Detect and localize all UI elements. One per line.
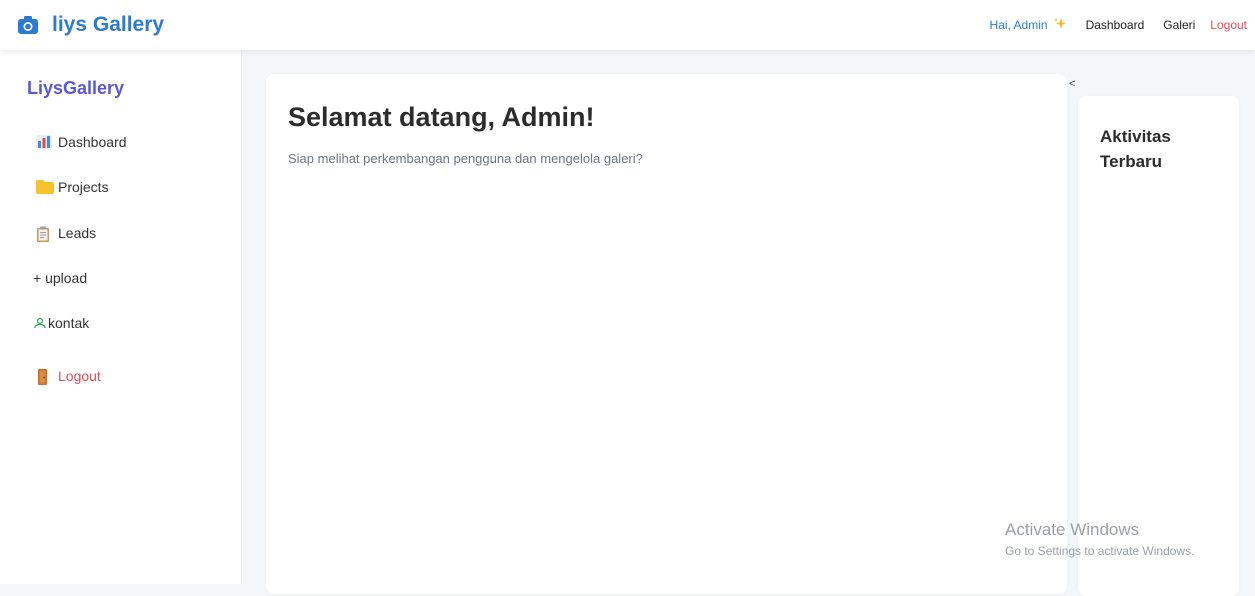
sidebar-item-label: Leads bbox=[58, 225, 97, 241]
welcome-card: Selamat datang, Admin! Siap melihat perk… bbox=[266, 74, 1067, 594]
sidebar-item-label: Dashboard bbox=[58, 134, 127, 150]
sidebar-item-logout[interactable]: Logout bbox=[36, 368, 101, 385]
top-nav-links: Hai, Admin Dashboard Galeri Logout bbox=[990, 17, 1247, 34]
clipboard-icon bbox=[36, 226, 52, 242]
sidebar-item-label: kontak bbox=[48, 315, 90, 331]
watermark-subtitle: Go to Settings to activate Windows. bbox=[1005, 544, 1195, 558]
sidebar-title: LiysGallery bbox=[27, 78, 125, 98]
watermark-title: Activate Windows bbox=[1005, 520, 1140, 539]
camera-icon bbox=[18, 16, 38, 34]
top-navbar: liys Gallery Hai, Admin Dashboard Galeri… bbox=[0, 0, 1255, 50]
nav-galeri-link[interactable]: Galeri bbox=[1163, 18, 1195, 32]
sidebar-item-projects[interactable]: Projects bbox=[36, 179, 109, 195]
sidebar-item-label: Logout bbox=[58, 368, 101, 384]
recent-activity-title: Aktivitas Terbaru bbox=[1100, 127, 1171, 171]
sidebar-item-label: + upload bbox=[33, 270, 88, 286]
sidebar-item-dashboard[interactable]: Dashboard bbox=[36, 134, 127, 150]
brand-name: liys Gallery bbox=[52, 13, 165, 36]
windows-activation-watermark: Activate Windows Go to Settings to activ… bbox=[1005, 520, 1194, 558]
brand-logo[interactable]: liys Gallery bbox=[18, 13, 164, 37]
nav-logout-link[interactable]: Logout bbox=[1210, 18, 1247, 32]
sparkles-icon bbox=[1053, 17, 1067, 34]
sidebar-item-upload[interactable]: + upload bbox=[33, 270, 87, 286]
folder-icon bbox=[36, 180, 54, 194]
greeting: Hai, Admin bbox=[990, 17, 1067, 34]
bar-chart-icon bbox=[36, 135, 52, 149]
sidebar-item-label: Projects bbox=[58, 179, 109, 195]
sidebar-item-kontak[interactable]: kontak bbox=[34, 315, 89, 331]
sidebar: LiysGallery Dashboard Projects Leads + u… bbox=[0, 50, 242, 584]
person-icon bbox=[34, 316, 46, 330]
welcome-subtitle: Siap melihat perkembangan pengguna dan m… bbox=[288, 151, 643, 166]
page-title: Selamat datang, Admin! bbox=[288, 102, 595, 132]
sidebar-item-leads[interactable]: Leads bbox=[36, 225, 97, 242]
nav-dashboard-link[interactable]: Dashboard bbox=[1086, 18, 1145, 32]
door-icon bbox=[36, 369, 52, 385]
collapse-toggle-button[interactable]: < bbox=[1069, 78, 1075, 90]
